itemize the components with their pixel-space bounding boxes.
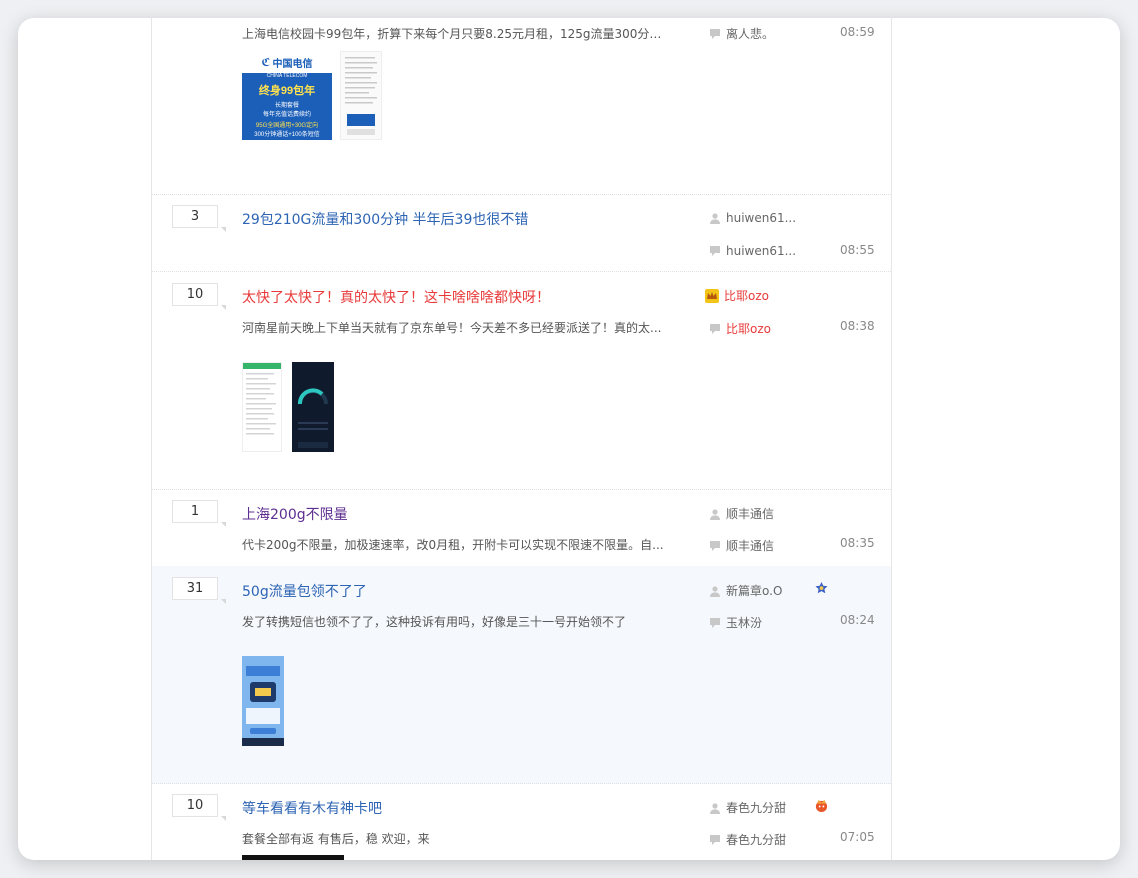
thread-excerpt[interactable]: 套餐全部有返 有售后，稳 欢迎，来	[242, 830, 672, 847]
speech-bubble-icon	[710, 540, 720, 551]
last-reply-user[interactable]: 顺丰通信	[709, 537, 774, 554]
star-medal-icon	[815, 581, 828, 594]
person-icon	[710, 508, 720, 520]
last-reply-user[interactable]: 离人悲。	[709, 25, 774, 42]
thread-author-name: huiwen61...	[726, 211, 797, 225]
last-reply-user[interactable]: 比耶ozo	[709, 320, 771, 337]
thread-title[interactable]: 50g流量包领不了了	[242, 581, 367, 601]
thread-row: 10 太快了太快了！真的太快了！这卡啥啥啥都快呀！ 比耶ozo 河南星前天晚上下…	[152, 272, 891, 490]
last-reply-user-name: 顺丰通信	[726, 539, 775, 553]
promo-line3: 每年充值话费续约	[262, 112, 311, 118]
last-reply-user-name: 玉林汾	[726, 616, 763, 630]
promo-screenshot-graphic	[242, 656, 284, 746]
last-reply-user-name: 离人悲。	[726, 27, 775, 41]
last-reply-user-name: huiwen61...	[726, 244, 797, 258]
speech-bubble-icon	[710, 323, 720, 334]
telecom-logo-icon: ℭ	[261, 56, 271, 69]
promo-line2: 长期套餐	[274, 103, 299, 109]
speech-bubble-icon	[710, 28, 720, 39]
thread-author[interactable]: 顺丰通信	[709, 505, 774, 522]
thread-image-screenshot[interactable]	[242, 362, 282, 452]
last-reply-user[interactable]: 玉林汾	[709, 614, 762, 631]
promo-brand-en: CHINA TELECOM	[266, 73, 308, 79]
last-reply-time: 08:59	[840, 25, 875, 39]
person-icon	[710, 802, 720, 814]
thread-excerpt[interactable]: 代卡200g不限量，加极速速率，改0月租，开附卡可以实现不限速不限量。自...	[242, 536, 672, 553]
last-reply-time: 08:24	[840, 613, 875, 627]
reply-count-badge: 31	[172, 577, 226, 604]
speech-bubble-icon	[710, 617, 720, 628]
thread-excerpt[interactable]: 河南星前天晚上下单当天就有了京东单号！今天差不多已经要派送了！真的太...	[242, 319, 672, 336]
thread-row: 3 29包210G流量和300分钟 半年后39也很不错 huiwen61... …	[152, 194, 891, 272]
thread-list: 上海电信校园卡99包年，折算下来每个月只要8.25元月租，125g流量300分钟…	[151, 18, 892, 860]
thread-excerpt[interactable]: 上海电信校园卡99包年，折算下来每个月只要8.25元月租，125g流量300分钟…	[242, 25, 672, 42]
thread-author-name: 春色九分甜	[726, 801, 787, 815]
thread-image-screenshot[interactable]	[242, 656, 284, 746]
thread-author[interactable]: 春色九分甜	[709, 799, 786, 816]
thread-title[interactable]: 上海200g不限量	[242, 504, 348, 524]
thread-image-dark[interactable]	[242, 855, 344, 860]
thread-image-document[interactable]	[340, 51, 382, 140]
thread-author[interactable]: 新篇章o.O	[709, 582, 782, 599]
thread-author[interactable]: 比耶ozo	[704, 287, 769, 304]
thread-image-promo[interactable]: ℭ 中国电信 CHINA TELECOM 终身99包年 长期套餐 每年充值话费续…	[242, 51, 332, 140]
browser-frame: 上海电信校园卡99包年，折算下来每个月只要8.25元月租，125g流量300分钟…	[18, 18, 1120, 860]
speech-bubble-icon	[710, 246, 720, 256]
last-reply-user[interactable]: huiwen61...	[709, 244, 796, 258]
thread-title[interactable]: 29包210G流量和300分钟 半年后39也很不错	[242, 209, 528, 229]
thread-row: 31 50g流量包领不了了 新篇章o.O 发了转携短信也领不了了，这种投诉有用吗…	[152, 566, 891, 784]
promo-brand: 中国电信	[272, 58, 313, 70]
last-reply-user-name: 春色九分甜	[726, 833, 787, 847]
promo-line5: 300分钟通话+100条短信	[254, 132, 320, 138]
thread-author-name: 新篇章o.O	[726, 584, 783, 598]
thread-row: 1 上海200g不限量 顺丰通信 代卡200g不限量，加极速速率，改0月租，开附…	[152, 489, 891, 567]
reply-count-badge: 10	[172, 794, 226, 821]
speech-bubble-icon	[710, 834, 720, 845]
last-reply-user[interactable]: 春色九分甜	[709, 831, 786, 848]
last-reply-time: 08:55	[840, 243, 875, 257]
last-reply-time: 08:35	[840, 536, 875, 550]
thread-author-name: 顺丰通信	[726, 507, 775, 521]
star-medal-icon	[815, 799, 828, 813]
reply-count-badge: 3	[172, 205, 226, 232]
last-reply-user-name: 比耶ozo	[726, 322, 771, 336]
promo-line4: 95G全国通用+30G定向	[255, 123, 319, 129]
promo-line1: 终身99包年	[258, 85, 316, 97]
thread-excerpt[interactable]: 发了转携短信也领不了了，这种投诉有用吗，好像是三十一号开始领不了	[242, 613, 672, 630]
speedometer-graphic	[298, 388, 328, 448]
thread-author-name: 比耶ozo	[724, 289, 769, 303]
reply-count-badge: 10	[172, 283, 226, 310]
person-icon	[710, 213, 720, 224]
person-icon	[710, 585, 720, 597]
document-lines-graphic	[345, 57, 377, 135]
app-screenshot-graphic	[243, 363, 281, 435]
crown-badge-icon	[705, 288, 719, 303]
thread-author[interactable]: huiwen61...	[709, 211, 796, 225]
thread-title[interactable]: 等车看看有木有神卡吧	[242, 798, 382, 818]
last-reply-time: 08:38	[840, 319, 875, 333]
last-reply-time: 07:05	[840, 830, 875, 844]
thread-title[interactable]: 太快了太快了！真的太快了！这卡啥啥啥都快呀！	[242, 287, 550, 307]
thread-row: 10 等车看看有木有神卡吧 春色九分甜 套餐全部有返 有售后，稳 欢迎，来 春色…	[152, 783, 891, 860]
thread-row: 上海电信校园卡99包年，折算下来每个月只要8.25元月租，125g流量300分钟…	[152, 18, 891, 195]
reply-count-badge: 1	[172, 500, 226, 527]
thread-image-speedtest[interactable]	[292, 362, 334, 452]
